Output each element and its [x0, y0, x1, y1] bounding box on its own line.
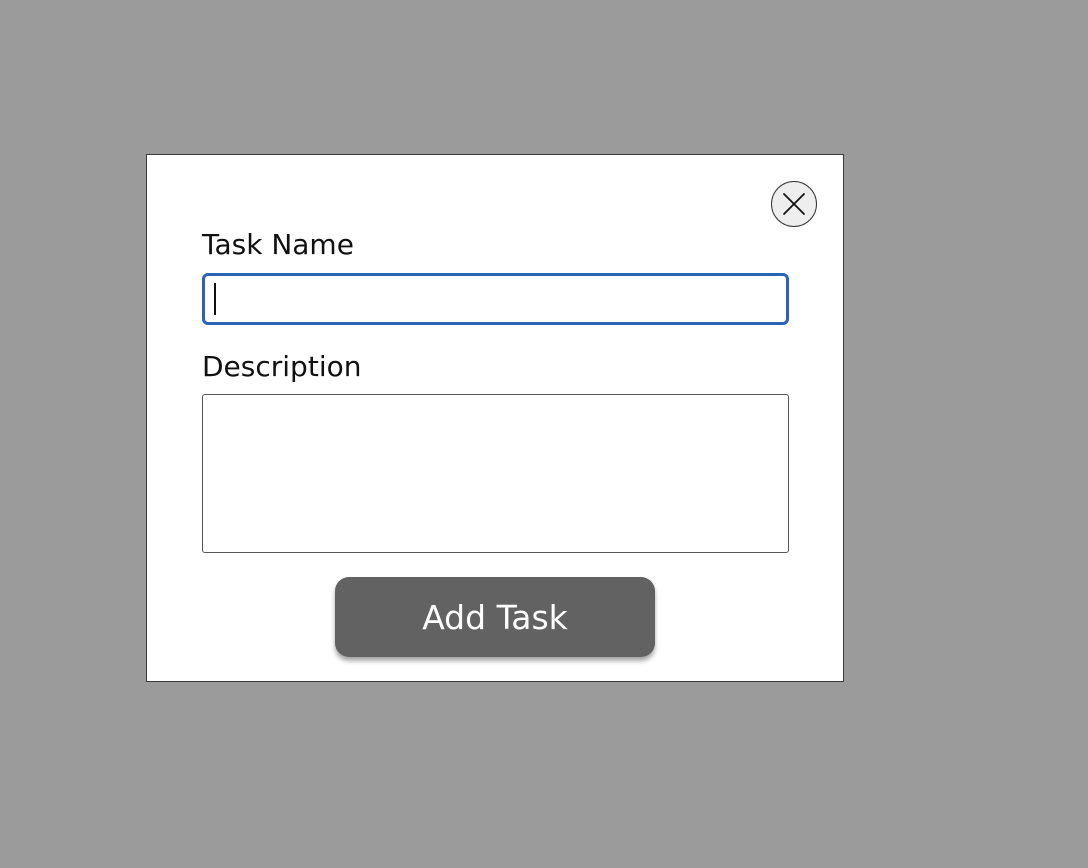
description-textarea[interactable] — [202, 394, 789, 553]
task-name-input[interactable] — [202, 273, 789, 325]
task-name-label: Task Name — [202, 228, 354, 261]
close-x-icon — [783, 193, 805, 215]
text-caret — [214, 283, 216, 315]
close-button[interactable] — [771, 181, 817, 227]
description-label: Description — [202, 350, 362, 383]
add-task-button[interactable]: Add Task — [335, 577, 655, 657]
add-task-dialog: Task Name Description Add Task — [146, 154, 844, 682]
